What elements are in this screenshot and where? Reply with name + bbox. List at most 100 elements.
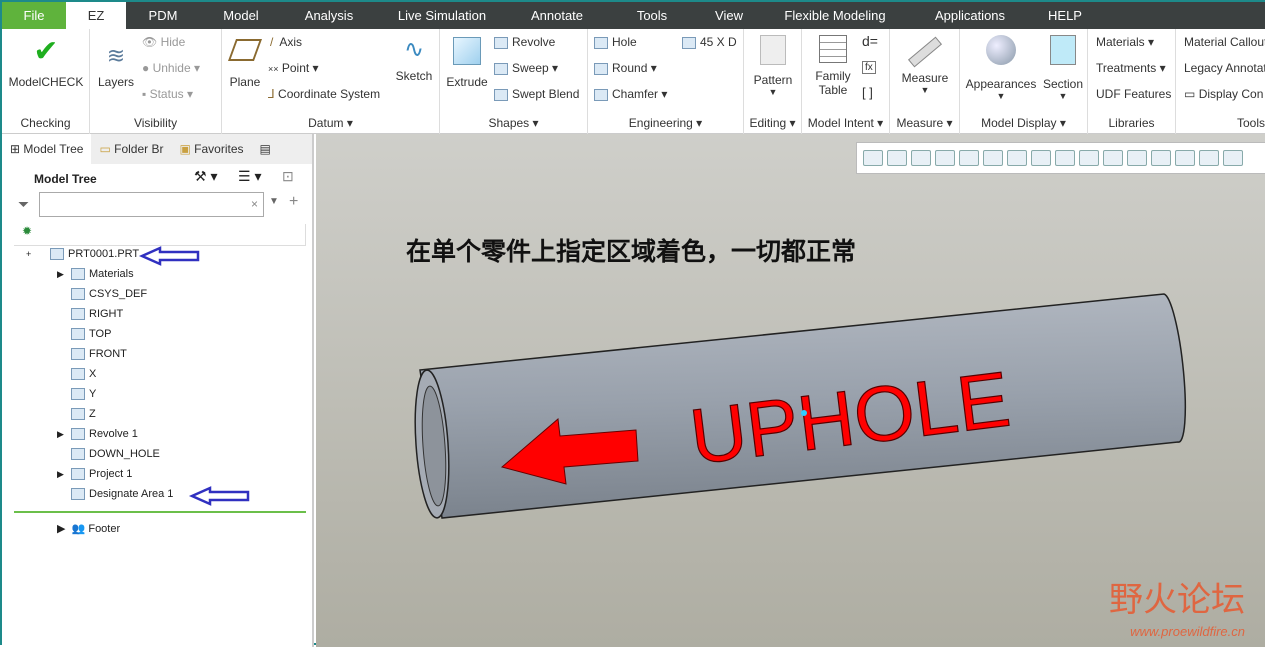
hole-icon: [594, 36, 608, 49]
d-equals-button[interactable]: d=: [862, 33, 878, 49]
display-control-button[interactable]: ▭ Display Con: [1184, 87, 1263, 101]
menu-tab-pdm[interactable]: PDM: [126, 2, 200, 29]
menu-tab-analysis[interactable]: Analysis: [282, 2, 376, 29]
graphics-viewport[interactable]: 在单个零件上指定区域着色，一切都正常 UPHOLE 野火论坛 www.proew…: [316, 134, 1265, 647]
annotation-arrow-prt: [138, 246, 200, 266]
dropdown-arrow: ▼: [1058, 91, 1068, 101]
group-visibility: ≋ Layers 👁 Hide ● Unhide ▾ ▪ Status ▾ Vis…: [90, 29, 222, 134]
group-label[interactable]: Measure ▾: [890, 116, 959, 130]
materials-button[interactable]: Materials ▾: [1096, 35, 1154, 49]
sweep-button[interactable]: Sweep ▾: [494, 61, 558, 75]
legacy-annotation-button[interactable]: Legacy Annotat: [1184, 61, 1265, 75]
measure-button[interactable]: Measure ▼: [894, 35, 956, 95]
group-label[interactable]: Model Display ▾: [960, 116, 1087, 130]
group-label[interactable]: Editing ▾: [744, 116, 801, 130]
annotation-arrows: [138, 246, 250, 506]
menu-tab-file[interactable]: File: [2, 2, 66, 29]
plane-icon: [227, 39, 263, 61]
group-shapes: Extrude Revolve Sweep ▾ Swept Blend Shap…: [440, 29, 588, 134]
group-editing: Pattern ▼ Editing ▾: [744, 29, 802, 134]
group-tools: Material Callout Legacy Annotat ▭ Displa…: [1176, 29, 1265, 134]
menu-tab-ez[interactable]: EZ: [66, 2, 126, 29]
revolve-button[interactable]: Revolve: [494, 35, 555, 49]
group-model-display: Appearances ▼ Section ▼ Model Display ▾: [960, 29, 1088, 134]
sketch-button[interactable]: ∿ Sketch: [394, 35, 434, 83]
group-datum: Plane / Axis ×× Point ▾ ⅃ Coordinate Sys…: [222, 29, 440, 134]
chamfer-button[interactable]: Chamfer ▾: [594, 87, 667, 101]
navigator-panel: ⊞ Model Tree ▭ Folder Br ▣ Favorites ▤ M…: [2, 134, 314, 647]
round-icon: [594, 62, 608, 75]
group-label[interactable]: Shapes ▾: [440, 116, 587, 130]
layers-icon: ≋: [106, 43, 126, 68]
annotation-arrow-designate: [188, 486, 250, 506]
group-checking: ✔ ModelCHECK Checking: [2, 29, 90, 134]
csys-marker: [801, 410, 807, 416]
csys-icon: ⅃: [268, 87, 275, 101]
group-libraries: Materials ▾ Treatments ▾ UDF Features Li…: [1088, 29, 1176, 134]
group-label: Tools: [1236, 116, 1265, 130]
section-icon: [1050, 35, 1076, 65]
ribbon: ✔ ModelCHECK Checking ≋ Layers 👁 Hide ● Un…: [2, 29, 1265, 134]
sketch-icon: ∿: [403, 36, 425, 63]
extrude-icon: [453, 37, 481, 65]
point-button[interactable]: ×× Point ▾: [268, 61, 319, 75]
chamfer-45-icon: [682, 36, 696, 49]
round-button[interactable]: Round ▾: [594, 61, 657, 75]
table-icon: [819, 35, 847, 63]
chamfer-icon: [594, 88, 608, 101]
display-icon: ▭: [1184, 87, 1196, 101]
checkmark-icon: ✔: [33, 35, 59, 68]
modelcheck-button[interactable]: ✔ ModelCHECK: [6, 35, 86, 89]
model-cylinder: UPHOLE: [414, 293, 1187, 519]
ruler-icon: [907, 36, 943, 68]
menu-tab-annotate[interactable]: Annotate: [508, 2, 606, 29]
parameters-button[interactable]: [ ]: [862, 85, 873, 100]
hide-button[interactable]: 👁 Hide: [142, 35, 185, 49]
chamfer-45xd-button[interactable]: 45 X D: [682, 35, 737, 49]
family-table-button[interactable]: Family Table: [808, 35, 858, 97]
group-label: Libraries: [1108, 116, 1155, 130]
status-button[interactable]: ▪ Status ▾: [142, 87, 193, 101]
watermark-url: www.proewildfire.cn: [1130, 624, 1245, 639]
group-label[interactable]: Datum ▾: [222, 116, 439, 130]
menu-tab-help[interactable]: HELP: [1030, 2, 1100, 29]
dropdown-arrow: ▼: [920, 85, 930, 95]
relations-icon[interactable]: fx: [862, 61, 876, 74]
pattern-button[interactable]: Pattern ▼: [748, 35, 798, 97]
menu-tab-flexible-modeling[interactable]: Flexible Modeling: [760, 2, 910, 29]
sphere-icon: [986, 35, 1016, 65]
treatments-button[interactable]: Treatments ▾: [1096, 61, 1166, 75]
coordinate-system-button[interactable]: ⅃ Coordinate System: [268, 87, 380, 101]
material-callout-button[interactable]: Material Callout: [1184, 35, 1265, 49]
group-model-intent: Family Table d= fx [ ] Model Intent ▾: [802, 29, 890, 134]
revolve-icon: [494, 36, 508, 49]
axis-button[interactable]: / Axis: [270, 35, 302, 49]
watermark-logo: 野火论坛: [1109, 580, 1245, 620]
group-label: Visibility: [133, 116, 178, 130]
menu-tab-tools[interactable]: Tools: [606, 2, 698, 29]
swept-blend-button[interactable]: Swept Blend: [494, 87, 579, 101]
group-label[interactable]: Engineering ▾: [588, 116, 743, 130]
extrude-button[interactable]: Extrude: [444, 35, 490, 89]
menu-tab-view[interactable]: View: [698, 2, 760, 29]
appearances-button[interactable]: Appearances ▼: [964, 35, 1038, 101]
point-icon: ××: [268, 64, 279, 74]
group-label[interactable]: Checking: [2, 116, 89, 130]
group-engineering: Hole Round ▾ Chamfer ▾ 45 X D Engineerin…: [588, 29, 744, 134]
menu-tab-model[interactable]: Model: [200, 2, 282, 29]
menu-tab-live-simulation[interactable]: Live Simulation: [376, 2, 508, 29]
layers-button[interactable]: ≋ Layers: [96, 43, 136, 89]
unhide-button[interactable]: ● Unhide ▾: [142, 61, 200, 75]
axis-icon: /: [270, 35, 274, 49]
dropdown-arrow: ▼: [768, 87, 778, 97]
group-measure: Measure ▼ Measure ▾: [890, 29, 960, 134]
menu-bar: File EZ PDM Model Analysis Live Simulation Ann…: [2, 2, 1265, 29]
udf-features-button[interactable]: UDF Features: [1096, 87, 1171, 101]
menu-tab-applications[interactable]: Applications: [910, 2, 1030, 29]
dropdown-arrow: ▼: [996, 91, 1006, 101]
sweep-icon: [494, 62, 508, 75]
plane-button[interactable]: Plane: [226, 37, 264, 89]
hole-button[interactable]: Hole: [594, 35, 637, 49]
section-button[interactable]: Section ▼: [1040, 35, 1086, 101]
group-label[interactable]: Model Intent ▾: [802, 116, 889, 130]
